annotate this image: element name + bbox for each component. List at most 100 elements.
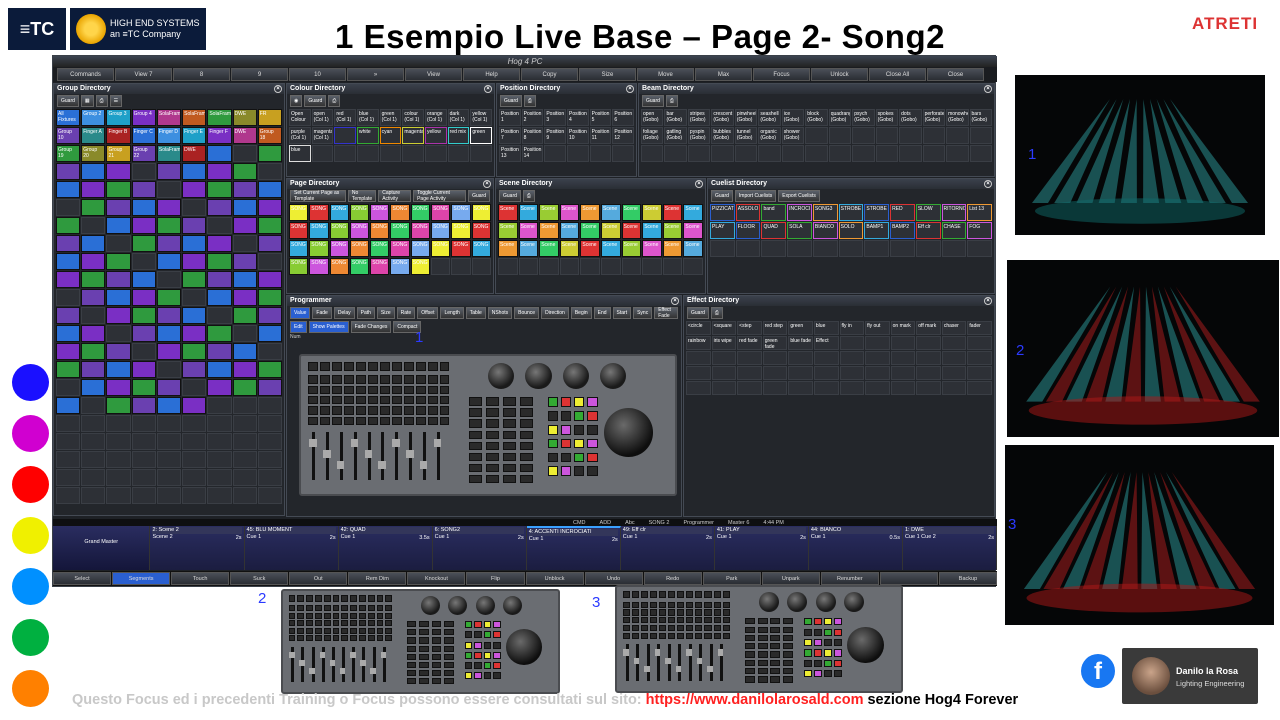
bottom-key[interactable]: Flip — [466, 572, 525, 585]
guard-button[interactable]: Guard — [57, 95, 79, 107]
console-key[interactable] — [744, 651, 755, 658]
console-key[interactable] — [320, 416, 330, 425]
console-key[interactable] — [350, 605, 357, 612]
directory-cell[interactable] — [969, 127, 992, 144]
directory-cell[interactable] — [539, 258, 559, 275]
directory-cell[interactable] — [81, 487, 106, 504]
console-key[interactable] — [814, 659, 823, 668]
console-key[interactable] — [783, 668, 794, 675]
directory-cell[interactable]: blue — [289, 145, 311, 162]
console-key[interactable] — [306, 595, 313, 603]
console-key[interactable] — [519, 408, 533, 417]
directory-cell[interactable]: SONG — [390, 204, 410, 221]
console-key[interactable] — [320, 375, 330, 384]
directory-cell[interactable]: Effect — [813, 336, 839, 350]
console-key[interactable] — [380, 396, 390, 405]
directory-cell[interactable]: green fade — [762, 336, 788, 350]
console-key[interactable] — [469, 397, 483, 406]
playback-master[interactable]: 6: SONG2 Cue 1 2s — [432, 526, 527, 570]
directory-cell[interactable] — [232, 181, 257, 198]
console-key[interactable] — [744, 668, 755, 675]
console-key[interactable] — [649, 609, 658, 616]
console-key[interactable] — [344, 416, 354, 425]
fader-cap[interactable] — [717, 649, 724, 656]
console-key[interactable] — [443, 653, 454, 660]
directory-cell[interactable]: Scene — [559, 240, 580, 257]
directory-cell[interactable] — [207, 181, 232, 198]
fader-cap[interactable] — [696, 657, 703, 664]
console-key[interactable] — [288, 620, 296, 627]
console-key[interactable] — [744, 676, 755, 683]
console-key[interactable] — [404, 406, 414, 415]
fader-cap[interactable] — [329, 659, 336, 666]
console-key[interactable] — [704, 624, 712, 632]
console-key[interactable] — [288, 595, 296, 603]
directory-cell[interactable] — [131, 397, 156, 414]
console-key[interactable] — [574, 411, 585, 421]
directory-cell[interactable]: on mark — [890, 321, 916, 335]
console-key[interactable] — [344, 385, 354, 394]
close-icon[interactable]: × — [984, 85, 992, 93]
console-key[interactable] — [547, 397, 559, 408]
encoder-knob[interactable] — [562, 362, 589, 390]
encoder-knob[interactable] — [420, 596, 440, 616]
palette-dot[interactable] — [12, 568, 49, 605]
directory-cell[interactable]: Position 11 — [589, 127, 612, 144]
directory-cell[interactable] — [941, 366, 967, 380]
toolbar-button[interactable]: View 7 — [115, 68, 172, 81]
directory-cell[interactable] — [156, 415, 182, 432]
directory-cell[interactable]: Scene — [559, 204, 580, 221]
console-key[interactable] — [834, 618, 843, 626]
console-key[interactable] — [486, 397, 500, 406]
console-key[interactable] — [744, 643, 755, 650]
console-key[interactable] — [428, 406, 438, 415]
directory-cell[interactable]: QUAD — [761, 222, 787, 239]
list-view-icon[interactable]: ☰ — [109, 95, 123, 107]
toolbar-button[interactable]: Commands — [57, 68, 114, 81]
console-key[interactable] — [431, 669, 442, 676]
console-key[interactable] — [713, 591, 721, 599]
directory-cell[interactable]: red mix — [447, 127, 470, 144]
directory-cell[interactable]: Group 22 — [131, 145, 156, 162]
directory-cell[interactable] — [156, 487, 182, 504]
console-key[interactable] — [332, 361, 342, 372]
console-key[interactable] — [380, 406, 390, 415]
console-key[interactable] — [306, 620, 313, 627]
directory-cell[interactable] — [969, 145, 992, 162]
directory-cell[interactable]: quadrangle (Gobo) — [828, 109, 852, 126]
directory-cell[interactable] — [257, 325, 282, 342]
console-key[interactable] — [814, 628, 823, 636]
console-key[interactable] — [385, 620, 393, 627]
directory-cell[interactable] — [156, 433, 182, 450]
directory-cell[interactable] — [852, 127, 875, 144]
directory-cell[interactable] — [232, 217, 257, 234]
console-key[interactable] — [686, 632, 694, 639]
console-key[interactable] — [668, 591, 676, 599]
programmer-tab[interactable]: Table — [465, 307, 486, 319]
directory-cell[interactable]: BIANCO — [812, 222, 838, 239]
fader-cap[interactable] — [654, 649, 661, 656]
directory-cell[interactable] — [56, 397, 81, 414]
console-key[interactable] — [332, 385, 342, 394]
directory-cell[interactable] — [875, 127, 899, 144]
console-key[interactable] — [380, 375, 390, 384]
console-key[interactable] — [443, 677, 454, 684]
console-key[interactable] — [308, 396, 318, 405]
console-key[interactable] — [428, 396, 438, 405]
console-key[interactable] — [783, 634, 794, 642]
directory-cell[interactable] — [232, 361, 257, 378]
console-key[interactable] — [474, 641, 482, 649]
console-key[interactable] — [744, 626, 755, 633]
directory-cell[interactable] — [182, 487, 207, 504]
console-key[interactable] — [757, 659, 768, 667]
directory-cell[interactable]: STROBE — [838, 204, 864, 221]
console-key[interactable] — [574, 466, 585, 477]
console-key[interactable] — [502, 397, 517, 406]
directory-cell[interactable]: Group 2 — [81, 109, 106, 126]
directory-cell[interactable] — [81, 307, 106, 324]
directory-cell[interactable] — [131, 289, 156, 306]
directory-cell[interactable] — [710, 240, 735, 257]
directory-cell[interactable] — [544, 145, 566, 162]
print-icon[interactable]: ⎙ — [95, 95, 108, 107]
directory-cell[interactable] — [839, 336, 865, 350]
